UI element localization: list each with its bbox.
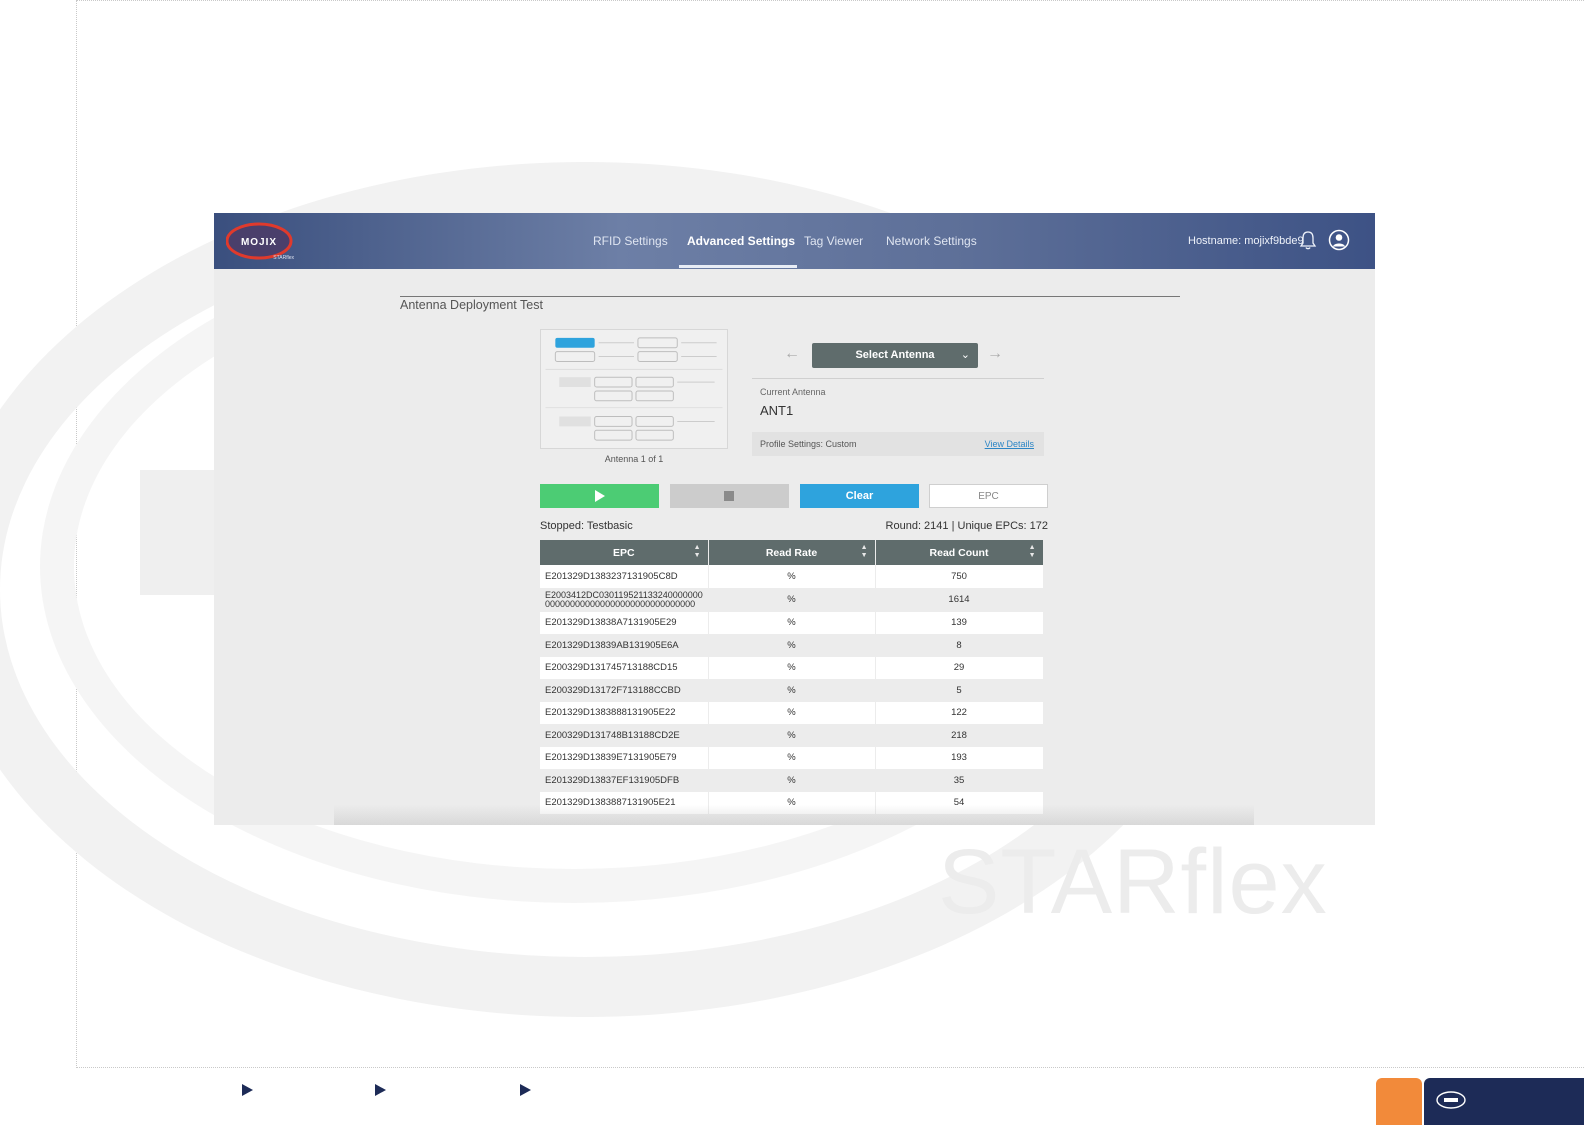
table-row[interactable]: E201329D13838A7131905E29% 139 [540,611,1044,634]
cell-epc: E200329D13172F713188CCBD [540,679,709,702]
profile-settings-label: Profile Settings: Custom [760,439,857,449]
cell-read-rate: % [708,565,876,588]
arrow-left-icon[interactable]: ← [784,345,800,363]
table-row[interactable]: E201329D1383237131905C8D% 750 [540,565,1044,588]
cell-read-rate: % [708,611,876,634]
nav-network-settings[interactable]: Network Settings [886,213,977,269]
play-button[interactable] [540,484,659,508]
cell-read-rate: % [708,634,876,657]
cell-read-count: 8 [875,634,1044,657]
app-screenshot: MOJIX STARflex RFID Settings Advanced Se… [214,213,1375,825]
antenna-count: Antenna 1 of 1 [604,454,664,464]
cell-epc: E201329D13837EF131905DFB [540,769,709,792]
column-header-label: EPC [612,546,635,559]
footer-play-icon [520,1084,531,1096]
cell-read-count: 1614 [875,587,1044,612]
cell-read-rate: % [708,679,876,702]
cell-epc: E201329D1383888131905E22 [540,701,709,724]
table-row[interactable]: E200329D131745713188CD15% 29 [540,656,1044,679]
chevron-down-icon: ⌄ [960,349,970,361]
select-antenna-label: Select Antenna [855,349,935,361]
table-row[interactable]: E200329D13172F713188CCBD% 5 [540,679,1044,702]
antenna-diagram [540,329,728,449]
footer-play-icon [242,1084,253,1096]
column-header-read-count[interactable]: Read Count ▲ ▼ [875,540,1044,565]
cell-epc: E201329D13838A7131905E29 [540,611,709,634]
table-row[interactable]: E201329D1383888131905E22% 122 [540,701,1044,724]
column-header-label: Read Rate [765,546,818,559]
watermark-brand: STARflex [938,831,1328,933]
mojix-logo: MOJIX STARflex [226,222,294,261]
cell-read-count: 218 [875,724,1044,747]
sort-icon: ▲ ▼ [1028,544,1036,559]
cell-epc: E200329D131748B13188CD2E [540,724,709,747]
logo-text: MOJIX [241,237,277,248]
nav-rfid-settings[interactable]: RFID Settings [593,213,668,269]
tag-table: EPC ▲ ▼ Read Rate ▲ ▼ Read Count ▲ ▼ E201329D1… [540,540,1044,814]
footer-mojix-logo-icon [1436,1091,1466,1109]
cell-epc: E201329D1383237131905C8D [540,565,709,588]
sort-icon: ▲ ▼ [860,544,868,559]
column-header-read-rate[interactable]: Read Rate ▲ ▼ [708,540,876,565]
cell-epc: E201329D13839E7131905E79 [540,746,709,769]
table-row[interactable]: E2003412DC030119521133240000000000000000… [540,587,1044,612]
cell-read-count: 750 [875,565,1044,588]
sort-icon: ▲ ▼ [693,544,701,559]
cell-read-count: 139 [875,611,1044,634]
profile-settings-bar: Profile Settings: Custom View Details [752,432,1044,456]
nav-advanced-settings[interactable]: Advanced Settings [687,213,795,269]
epc-filter-input[interactable] [929,484,1048,508]
cell-read-rate: % [708,701,876,724]
view-details-link[interactable]: View Details [985,439,1034,449]
run-status: Stopped: Testbasic [540,520,633,532]
cell-read-rate: % [708,656,876,679]
column-header-label: Read Count [929,546,989,559]
cell-read-rate: % [708,746,876,769]
user-icon[interactable] [1328,229,1350,251]
nav-active-underline [679,265,797,268]
page-title: Antenna Deployment Test [400,298,543,312]
cell-read-rate: % [708,587,876,612]
hostname-label: Hostname: mojixf9bde9 [1188,235,1304,247]
cell-read-rate: % [708,769,876,792]
table-row[interactable]: E201329D13839E7131905E79% 193 [540,746,1044,769]
current-antenna-value: ANT1 [760,403,794,418]
bell-icon[interactable] [1297,229,1319,251]
select-antenna-dropdown[interactable]: Select Antenna ⌄ [812,343,978,368]
table-row[interactable]: E201329D13837EF131905DFB% 35 [540,769,1044,792]
cell-read-count: 35 [875,769,1044,792]
column-header-epc[interactable]: EPC ▲ ▼ [540,540,709,565]
cell-read-count: 29 [875,656,1044,679]
footer-orange-block [1376,1078,1422,1125]
current-antenna-label: Current Antenna [760,387,826,397]
section-divider [400,296,1180,297]
main-content: Antenna Deployment Test Antenna 1 of 1 ←… [214,269,1375,825]
cell-read-count: 193 [875,746,1044,769]
cell-epc: E2003412DC030119521133240000000000000000… [540,587,709,612]
screenshot-bottom-shadow [334,805,1254,825]
logo-subtext: STARflex [273,255,294,261]
play-icon [595,490,605,502]
arrow-right-icon[interactable]: → [987,345,1003,363]
cell-read-count: 122 [875,701,1044,724]
table-header-row: EPC ▲ ▼ Read Rate ▲ ▼ Read Count ▲ ▼ [540,540,1044,565]
antenna-info-divider [752,378,1044,379]
cell-epc: E200329D131745713188CD15 [540,656,709,679]
nav-tag-viewer[interactable]: Tag Viewer [804,213,863,269]
clear-button[interactable]: Clear [800,484,919,508]
footer-play-icon [375,1084,386,1096]
cell-read-count: 5 [875,679,1044,702]
cell-read-rate: % [708,724,876,747]
table-row[interactable]: E200329D131748B13188CD2E% 218 [540,724,1044,747]
top-nav-bar: MOJIX STARflex RFID Settings Advanced Se… [214,213,1375,269]
table-row[interactable]: E201329D13839AB131905E6A% 8 [540,634,1044,657]
stop-icon [724,491,734,501]
round-stats: Round: 2141 | Unique EPCs: 172 [885,520,1048,532]
cell-epc: E201329D13839AB131905E6A [540,634,709,657]
stop-button[interactable] [670,484,789,508]
